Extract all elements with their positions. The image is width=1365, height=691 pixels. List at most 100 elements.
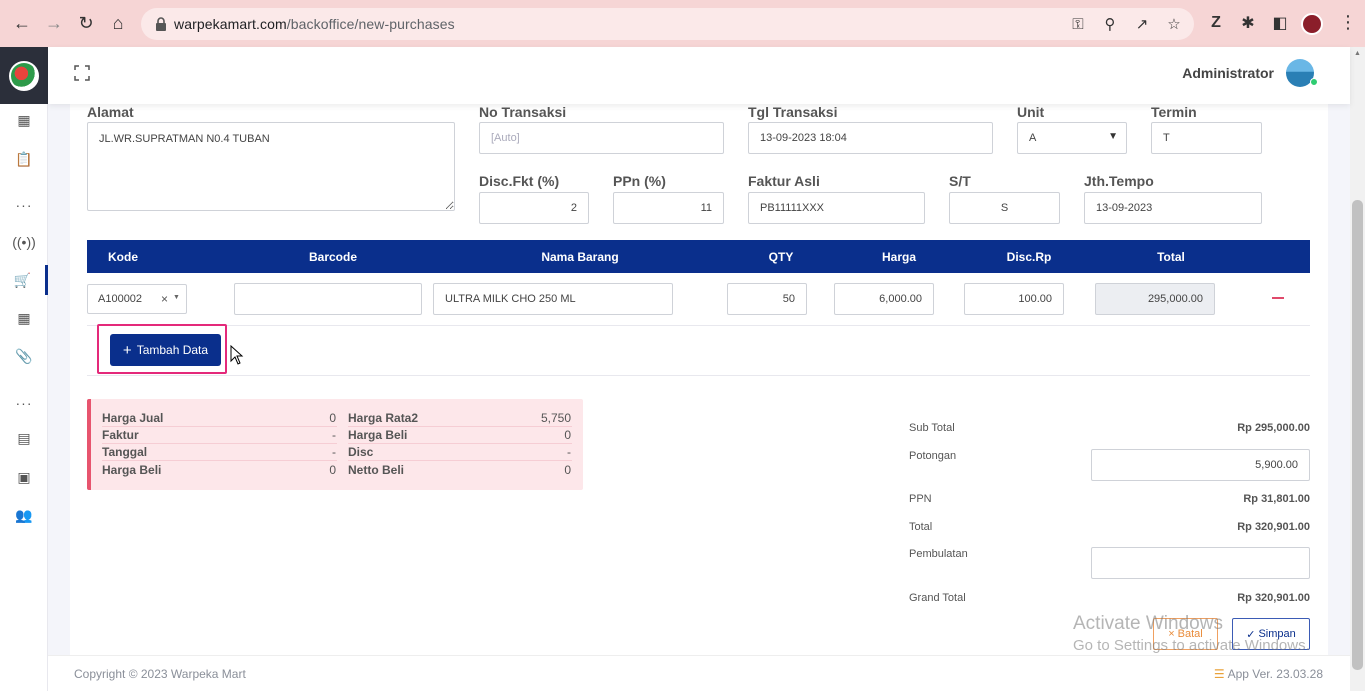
- clear-x-icon[interactable]: ×: [161, 292, 168, 306]
- remove-row-minus-icon[interactable]: [1272, 297, 1284, 299]
- fullscreen-icon[interactable]: [74, 65, 90, 81]
- home-icon[interactable]: ⌂: [107, 12, 129, 34]
- harga-beli-label: Harga Beli: [102, 463, 162, 477]
- info-divider: [348, 443, 572, 444]
- termin-input[interactable]: T: [1151, 122, 1262, 154]
- info-divider: [102, 460, 337, 461]
- lock-icon: [156, 17, 166, 31]
- puzzle-extensions-icon[interactable]: ✱: [1237, 12, 1259, 34]
- harga-rata2-label: Harga Rata2: [348, 411, 419, 425]
- zoom-icon[interactable]: ⚲: [1101, 15, 1119, 33]
- disc-rp-input[interactable]: 100.00: [964, 283, 1064, 315]
- harga-rata2-value: 5,750: [540, 411, 571, 425]
- unit-label: Unit: [1017, 104, 1045, 120]
- tanggal-value: -: [332, 445, 336, 459]
- bookmark-star-icon[interactable]: ☆: [1165, 15, 1183, 33]
- mouse-cursor-icon: [230, 345, 244, 365]
- chevron-down-icon: ▼: [1108, 131, 1118, 142]
- info-divider: [348, 426, 572, 427]
- alamat-label: Alamat: [87, 104, 134, 120]
- ppn-percent-input[interactable]: 11: [613, 192, 724, 224]
- copyright-text: Copyright © 2023 Warpeka Mart: [74, 667, 246, 681]
- address-bar[interactable]: warpekamart.com/backoffice/new-purchases…: [141, 8, 1194, 40]
- harga-jual-value: 0: [329, 411, 336, 425]
- netto-beli-label: Netto Beli: [348, 463, 405, 477]
- faktur-asli-input[interactable]: PB11111XXX: [748, 192, 925, 224]
- disc-fkt-label: Disc.Fkt (%): [479, 173, 560, 189]
- st-input[interactable]: S: [949, 192, 1060, 224]
- more-dots-icon: ···: [15, 395, 33, 411]
- unit-select[interactable]: A ▼: [1017, 122, 1127, 154]
- ppn-label: PPN: [909, 493, 932, 505]
- clipboard-icon[interactable]: 📋: [0, 144, 48, 174]
- row-divider: [87, 375, 1310, 376]
- th-disc-rp: Disc.Rp: [1006, 250, 1052, 264]
- kode-select[interactable]: A100002 × ▼: [87, 284, 187, 314]
- potongan-input[interactable]: 5,900.00: [1091, 449, 1310, 481]
- harga-input[interactable]: 6,000.00: [834, 283, 934, 315]
- alamat-textarea[interactable]: JL.WR.SUPRATMAN N0.4 TUBAN: [87, 122, 455, 211]
- disc-value: -: [567, 445, 571, 459]
- z-extension-icon[interactable]: Z: [1205, 12, 1227, 34]
- harga-jual-label: Harga Jual: [102, 411, 164, 425]
- user-name[interactable]: Administrator: [1182, 65, 1274, 81]
- reload-icon[interactable]: ↻: [75, 12, 97, 34]
- tgl-transaksi-input[interactable]: 13-09-2023 18:04: [748, 122, 993, 154]
- back-icon[interactable]: ←: [11, 12, 33, 34]
- dashboard-icon[interactable]: ▦: [0, 105, 48, 135]
- left-sidebar: ▦ 📋 ··· ((•)) 🛒 ▦ 📎 ··· ▤ ▣ 👥: [0, 47, 48, 691]
- th-kode: Kode: [108, 250, 138, 264]
- pembulatan-label: Pembulatan: [909, 548, 968, 560]
- broadcast-icon[interactable]: ((•)): [0, 227, 48, 257]
- netto-beli-value: 0: [564, 463, 571, 477]
- items-table-header: Kode Barcode Nama Barang QTY Harga Disc.…: [87, 240, 1310, 273]
- book-icon[interactable]: ▤: [0, 423, 48, 453]
- faktur-asli-label: Faktur Asli: [748, 173, 820, 189]
- paperclip-icon[interactable]: 📎: [0, 341, 48, 371]
- users-icon[interactable]: 👥: [0, 500, 48, 530]
- no-transaksi-label: No Transaksi: [479, 104, 567, 120]
- more-dots-icon: ···: [15, 197, 33, 213]
- box-icon[interactable]: ▣: [0, 462, 48, 492]
- jth-tempo-label: Jth.Tempo: [1084, 173, 1154, 189]
- harga-beli-2-value: 0: [564, 428, 571, 442]
- potongan-label: Potongan: [909, 450, 957, 462]
- disc-fkt-input[interactable]: 2: [479, 192, 589, 224]
- st-label: S/T: [949, 173, 971, 189]
- kode-value: A100002: [98, 293, 143, 305]
- jth-tempo-input[interactable]: 13-09-2023: [1084, 192, 1262, 224]
- scroll-up-arrow-icon[interactable]: ▲: [1352, 50, 1363, 60]
- barcode-input[interactable]: [234, 283, 422, 315]
- share-icon[interactable]: ↗: [1133, 15, 1151, 33]
- app-version: ☰ App Ver. 23.03.28: [1214, 667, 1323, 681]
- calculator-icon[interactable]: ▦: [0, 303, 48, 333]
- th-nama-barang: Nama Barang: [541, 250, 619, 264]
- grand-total-label: Grand Total: [909, 592, 966, 604]
- forward-icon[interactable]: →: [43, 12, 65, 34]
- activate-windows-watermark: Activate Windows: [1073, 613, 1223, 634]
- cart-icon[interactable]: 🛒: [0, 265, 48, 295]
- faktur-value: -: [332, 428, 336, 442]
- disc-label: Disc: [348, 445, 374, 459]
- th-qty: QTY: [768, 250, 794, 264]
- sub-total-label: Sub Total: [909, 422, 955, 434]
- activate-windows-hint: Go to Settings to activate Windows.: [1073, 637, 1310, 654]
- nama-barang-input[interactable]: ULTRA MILK CHO 250 ML: [433, 283, 673, 315]
- side-panel-icon[interactable]: ◧: [1269, 12, 1291, 34]
- no-transaksi-input[interactable]: [Auto]: [479, 122, 724, 154]
- ppn-value: Rp 31,801.00: [1243, 493, 1310, 505]
- app-header: Administrator: [48, 47, 1350, 104]
- profile-avatar-icon[interactable]: [1301, 13, 1323, 35]
- key-icon[interactable]: ⚿: [1069, 15, 1087, 33]
- sub-total-value: Rp 295,000.00: [1237, 422, 1310, 434]
- qty-input[interactable]: 50: [727, 283, 807, 315]
- total-label: Total: [909, 521, 933, 533]
- browser-menu-icon[interactable]: ⋮: [1339, 12, 1357, 33]
- pembulatan-input[interactable]: [1091, 547, 1310, 579]
- price-info-box: Harga Jual 0 Faktur - Tanggal - Harga Be…: [87, 399, 583, 490]
- logo-container[interactable]: [0, 47, 48, 104]
- scrollbar-thumb[interactable]: [1352, 200, 1363, 670]
- info-divider: [348, 460, 572, 461]
- th-harga: Harga: [881, 250, 916, 264]
- tambah-data-button[interactable]: + Tambah Data: [110, 334, 221, 366]
